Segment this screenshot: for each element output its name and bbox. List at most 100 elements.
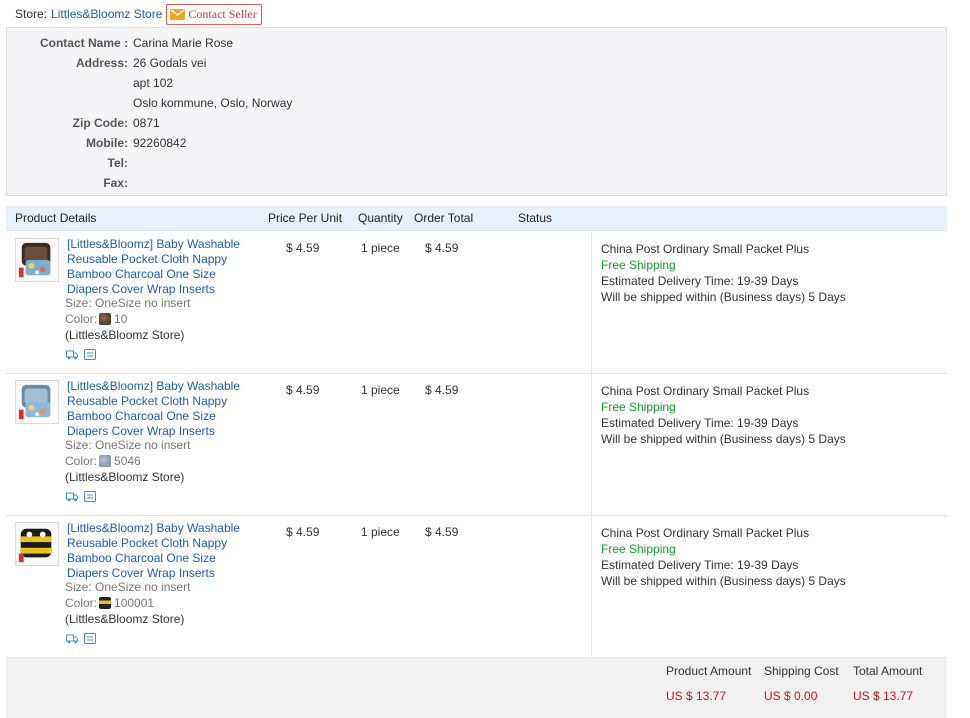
column-divider: [591, 516, 592, 657]
product-title-link[interactable]: [Littles&Bloomz] Baby Washable Reusable …: [67, 521, 252, 581]
shipping-fee: Free Shipping: [601, 258, 676, 272]
color-swatch: [99, 455, 112, 467]
address-line2: apt 102: [133, 76, 174, 90]
col-order-total: Order Total: [414, 211, 474, 225]
table-row: [Littles&Bloomz] Baby Washable Reusable …: [6, 516, 947, 658]
ship-within: Will be shipped within (Business days) 5…: [601, 290, 846, 304]
store-link[interactable]: Littles&Bloomz Store: [51, 7, 162, 21]
address-line3: Oslo kommune, Oslo, Norway: [133, 96, 293, 110]
color-value: 10: [114, 312, 128, 326]
address-row-2: apt 102: [7, 76, 946, 92]
ship-within: Will be shipped within (Business days) 5…: [601, 574, 846, 588]
total-amount-label: Total Amount: [853, 664, 923, 678]
row-actions: [66, 633, 96, 644]
color-value: 100001: [114, 596, 155, 610]
color-swatch: [99, 597, 112, 609]
product-color: Color: 5046: [65, 453, 285, 469]
address-row-3: Oslo kommune, Oslo, Norway: [7, 96, 946, 112]
list-icon[interactable]: [84, 349, 96, 360]
order-table-header: Product Details Price Per Unit Quantity …: [6, 206, 947, 231]
quantity: 1 piece: [361, 241, 400, 255]
shipping-info: China Post Ordinary Small Packet Plus Fr…: [601, 241, 846, 305]
product-thumbnail[interactable]: [15, 522, 59, 566]
order-total: $ 4.59: [425, 383, 459, 397]
ship-within: Will be shipped within (Business days) 5…: [601, 432, 846, 446]
address-row: Address: 26 Godals vei: [7, 56, 946, 72]
unit-price: $ 4.59: [286, 525, 320, 539]
store-header: Store: Littles&Bloomz Store Contact Sell…: [15, 3, 262, 25]
product-size: Size: OneSize no insert: [65, 438, 191, 452]
color-label: Color:: [65, 596, 98, 610]
zip-row: Zip Code: 0871: [7, 116, 946, 132]
mail-icon: [170, 8, 186, 20]
address-line1: 26 Godals vei: [133, 56, 207, 70]
product-color: Color: 10: [65, 311, 285, 327]
store-label: Store:: [15, 7, 48, 21]
product-image: [18, 242, 51, 278]
product-size: Size: OneSize no insert: [65, 296, 191, 310]
contact-name-label: Contact Name :: [39, 36, 128, 50]
col-quantity: Quantity: [358, 211, 403, 225]
color-label: Color:: [65, 312, 98, 326]
unit-price: $ 4.59: [286, 383, 320, 397]
product-store: (Littles&Bloomz Store): [65, 470, 185, 484]
shipping-address-box: Contact Name : Carina Marie Rose Address…: [6, 27, 947, 196]
truck-icon[interactable]: [66, 491, 78, 502]
color-swatch: [99, 313, 112, 325]
quantity: 1 piece: [361, 525, 400, 539]
product-thumbnail[interactable]: [15, 238, 59, 282]
delivery-time: Estimated Delivery Time: 19-39 Days: [601, 558, 799, 572]
shipping-method: China Post Ordinary Small Packet Plus: [601, 242, 810, 256]
tel-label: Tel:: [107, 156, 128, 170]
contact-seller-label: Contact Seller: [188, 6, 257, 21]
mobile-row: Mobile: 92260842: [7, 136, 946, 152]
row-actions: [66, 349, 96, 360]
fax-label: Fax:: [103, 176, 128, 190]
total-amount-value: US $ 13.77: [853, 689, 914, 703]
order-summary: Product Amount Shipping Cost Total Amoun…: [6, 658, 947, 718]
product-amount-label: Product Amount: [666, 664, 752, 678]
shipping-method: China Post Ordinary Small Packet Plus: [601, 384, 810, 398]
mobile-value: 92260842: [133, 136, 187, 150]
product-size: Size: OneSize no insert: [65, 580, 191, 594]
table-row: [Littles&Bloomz] Baby Washable Reusable …: [6, 232, 947, 374]
contact-seller-button[interactable]: Contact Seller: [166, 3, 262, 25]
delivery-time: Estimated Delivery Time: 19-39 Days: [601, 274, 799, 288]
col-status: Status: [518, 211, 553, 225]
col-price-per-unit: Price Per Unit: [268, 211, 343, 225]
delivery-time: Estimated Delivery Time: 19-39 Days: [601, 416, 799, 430]
product-color: Color: 100001: [65, 595, 285, 611]
shipping-method: China Post Ordinary Small Packet Plus: [601, 526, 810, 540]
quantity: 1 piece: [361, 383, 400, 397]
product-store: (Littles&Bloomz Store): [65, 328, 185, 342]
product-title-link[interactable]: [Littles&Bloomz] Baby Washable Reusable …: [67, 379, 252, 439]
address-label: Address:: [75, 56, 128, 70]
order-total: $ 4.59: [425, 241, 459, 255]
product-image: [18, 528, 52, 563]
table-row: [Littles&Bloomz] Baby Washable Reusable …: [6, 374, 947, 516]
row-actions: [66, 491, 96, 502]
col-product-details: Product Details: [15, 211, 97, 225]
shipping-fee: Free Shipping: [601, 400, 676, 414]
unit-price: $ 4.59: [286, 241, 320, 255]
shipping-info: China Post Ordinary Small Packet Plus Fr…: [601, 525, 846, 589]
contact-name-value: Carina Marie Rose: [133, 36, 234, 50]
contact-name-row: Contact Name : Carina Marie Rose: [7, 36, 946, 52]
product-thumbnail[interactable]: [15, 380, 59, 424]
shipping-info: China Post Ordinary Small Packet Plus Fr…: [601, 383, 846, 447]
fax-row: Fax:: [7, 176, 946, 192]
truck-icon[interactable]: [66, 349, 78, 360]
product-image: [18, 384, 51, 420]
color-label: Color:: [65, 454, 98, 468]
mobile-label: Mobile:: [86, 136, 128, 150]
color-value: 5046: [114, 454, 141, 468]
product-amount-value: US $ 13.77: [666, 689, 727, 703]
shipping-cost-value: US $ 0.00: [764, 689, 818, 703]
tel-row: Tel:: [7, 156, 946, 172]
list-icon[interactable]: [84, 633, 96, 644]
list-icon[interactable]: [84, 491, 96, 502]
column-divider: [591, 374, 592, 515]
truck-icon[interactable]: [66, 633, 78, 644]
shipping-cost-label: Shipping Cost: [764, 664, 839, 678]
product-title-link[interactable]: [Littles&Bloomz] Baby Washable Reusable …: [67, 237, 252, 297]
